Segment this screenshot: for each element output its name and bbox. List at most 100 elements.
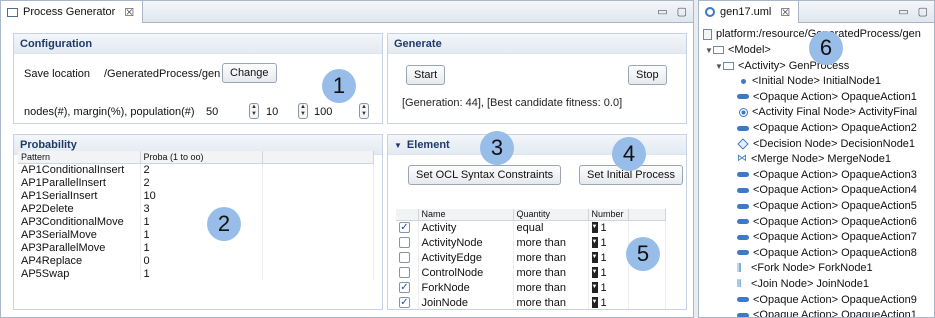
stop-button[interactable]: Stop bbox=[628, 65, 667, 85]
minimize-icon[interactable]: ▭ bbox=[898, 5, 908, 18]
element-checkbox[interactable]: ✓ bbox=[399, 222, 410, 234]
proba-cell[interactable]: 1 bbox=[140, 215, 263, 228]
tree-item[interactable]: <Opaque Action> OpaqueAction6 bbox=[703, 215, 917, 231]
table-row[interactable]: ✓ JoinNode more than ▼ 1 bbox=[396, 295, 666, 309]
number-column-header[interactable]: Number bbox=[588, 209, 629, 221]
proba-cell[interactable]: 1 bbox=[140, 241, 263, 254]
tree-item[interactable]: <Opaque Action> OpaqueAction3 bbox=[703, 168, 917, 184]
table-row[interactable]: ✓ Activity equal ▼ 1 bbox=[396, 220, 666, 235]
proba-cell[interactable]: 1 bbox=[140, 228, 263, 241]
dropdown-arrow-icon[interactable]: ▼ bbox=[591, 297, 598, 309]
uml-file-icon bbox=[705, 7, 715, 17]
element-checkbox[interactable]: ✓ bbox=[399, 282, 410, 294]
maximize-icon[interactable]: ▢ bbox=[677, 5, 687, 18]
tree-item[interactable]: <Opaque Action> OpaqueAction7 bbox=[703, 230, 917, 246]
tree-item[interactable]: ⫴ <Join Node> JoinNode1 bbox=[703, 277, 917, 293]
table-row[interactable]: AP3ParallelMove 1 bbox=[18, 241, 374, 254]
proba-column-header[interactable]: Proba (1 to oo) bbox=[140, 151, 263, 164]
element-quantity-cell[interactable]: more than bbox=[513, 235, 589, 250]
element-quantity-cell[interactable]: more than bbox=[513, 295, 589, 309]
tree-item[interactable]: <Opaque Action> OpaqueAction5 bbox=[703, 199, 917, 215]
dropdown-arrow-icon[interactable]: ▼ bbox=[591, 237, 598, 249]
start-button[interactable]: Start bbox=[406, 65, 446, 85]
element-number-value: 1 bbox=[600, 236, 607, 249]
element-number-cell[interactable]: ▼ 1 bbox=[588, 295, 629, 309]
element-number-cell[interactable]: ▼ 1 bbox=[588, 250, 629, 265]
tree-item[interactable]: <Opaque Action> OpaqueAction1 bbox=[703, 90, 917, 106]
nodes-value[interactable]: 50 bbox=[206, 106, 218, 118]
name-column-header[interactable]: Name bbox=[418, 209, 514, 221]
quantity-column-header[interactable]: Quantity bbox=[513, 209, 589, 221]
table-row[interactable]: ActivityNode more than ▼ 1 bbox=[396, 235, 666, 250]
dropdown-arrow-icon[interactable]: ▼ bbox=[591, 267, 598, 279]
table-row[interactable]: AP1SerialInsert 10 bbox=[18, 189, 374, 202]
proba-cell[interactable]: 2 bbox=[140, 176, 263, 189]
population-value[interactable]: 100 bbox=[314, 106, 332, 118]
tree-item[interactable]: <Opaque Action> OpaqueAction1 bbox=[703, 308, 917, 317]
dropdown-arrow-icon[interactable]: ▼ bbox=[591, 222, 598, 234]
tab-gen17-uml[interactable]: gen17.uml ☒ bbox=[699, 1, 800, 23]
element-checkbox[interactable] bbox=[399, 237, 410, 249]
table-row[interactable]: AP5Swap 1 bbox=[18, 267, 374, 280]
proba-cell[interactable]: 3 bbox=[140, 202, 263, 215]
table-row[interactable]: ✓ ForkNode more than ▼ 1 bbox=[396, 280, 666, 295]
table-row[interactable]: AP1ConditionalInsert 2 bbox=[18, 163, 374, 176]
join-node-icon: ⫴ bbox=[737, 278, 742, 290]
empty-cell bbox=[628, 220, 666, 235]
table-row[interactable]: AP3ConditionalMove 1 bbox=[18, 215, 374, 228]
element-number-cell[interactable]: ▼ 1 bbox=[588, 265, 629, 280]
dropdown-arrow-icon[interactable]: ▼ bbox=[591, 282, 598, 294]
element-checkbox[interactable]: ✓ bbox=[399, 297, 410, 309]
element-quantity-cell[interactable]: more than bbox=[513, 250, 589, 265]
tree-item[interactable]: <Opaque Action> OpaqueAction4 bbox=[703, 183, 917, 199]
element-number-value: 1 bbox=[600, 266, 607, 279]
population-stepper-icon[interactable]: ▲ ▼ bbox=[359, 103, 369, 119]
element-checkbox[interactable] bbox=[399, 267, 410, 279]
expand-twisty-icon[interactable]: ▼ bbox=[705, 43, 713, 59]
change-button[interactable]: Change bbox=[222, 63, 277, 83]
final-node-icon bbox=[739, 107, 748, 117]
proba-cell[interactable]: 1 bbox=[140, 267, 263, 280]
element-checkbox[interactable] bbox=[399, 252, 410, 264]
tab-process-generator[interactable]: Process Generator ☒ bbox=[1, 1, 144, 23]
proba-cell[interactable]: 0 bbox=[140, 254, 263, 267]
tree-item[interactable]: ⋈ <Merge Node> MergeNode1 bbox=[703, 152, 917, 168]
tree-item[interactable]: <Decision Node> DecisionNode1 bbox=[703, 137, 917, 153]
tree-item[interactable]: <Initial Node> InitialNode1 bbox=[703, 74, 917, 90]
dropdown-arrow-icon[interactable]: ▼ bbox=[591, 252, 598, 264]
margin-stepper-icon[interactable]: ▲ ▼ bbox=[298, 103, 308, 119]
tree-item[interactable]: <Opaque Action> OpaqueAction2 bbox=[703, 121, 917, 137]
tree-item[interactable]: ⫼ <Fork Node> ForkNode1 bbox=[703, 261, 917, 277]
table-row[interactable]: ControlNode more than ▼ 1 bbox=[396, 265, 666, 280]
margin-value[interactable]: 10 bbox=[266, 106, 278, 118]
element-number-value: 1 bbox=[600, 221, 607, 234]
element-number-cell[interactable]: ▼ 1 bbox=[588, 235, 629, 250]
tree-item[interactable]: <Opaque Action> OpaqueAction8 bbox=[703, 246, 917, 262]
table-row[interactable]: AP1ParallelInsert 2 bbox=[18, 176, 374, 189]
maximize-icon[interactable]: ▢ bbox=[918, 5, 928, 18]
pattern-column-header[interactable]: Pattern bbox=[18, 151, 141, 164]
minimize-icon[interactable]: ▭ bbox=[657, 5, 667, 18]
table-row[interactable]: AP3SerialMove 1 bbox=[18, 228, 374, 241]
element-quantity-cell[interactable]: equal bbox=[513, 220, 589, 235]
view-tab-title: gen17.uml bbox=[720, 6, 772, 18]
expand-twisty-icon[interactable]: ▼ bbox=[715, 59, 723, 75]
element-number-cell[interactable]: ▼ 1 bbox=[588, 220, 629, 235]
proba-cell[interactable]: 10 bbox=[140, 189, 263, 202]
element-number-cell[interactable]: ▼ 1 bbox=[588, 280, 629, 295]
element-quantity-cell[interactable]: more than bbox=[513, 280, 589, 295]
tree-item[interactable]: <Activity Final Node> ActivityFinal bbox=[703, 105, 917, 121]
table-row[interactable]: AP2Delete 3 bbox=[18, 202, 374, 215]
nodes-stepper-icon[interactable]: ▲ ▼ bbox=[249, 103, 259, 119]
table-row[interactable]: AP4Replace 0 bbox=[18, 254, 374, 267]
tree-item[interactable]: <Opaque Action> OpaqueAction9 bbox=[703, 293, 917, 309]
element-name-cell: ActivityNode bbox=[418, 235, 514, 250]
proba-cell[interactable]: 2 bbox=[140, 163, 263, 176]
element-quantity-cell[interactable]: more than bbox=[513, 265, 589, 280]
close-icon[interactable]: ☒ bbox=[780, 6, 790, 19]
set-ocl-syntax-constraints-button[interactable]: Set OCL Syntax Constraints bbox=[408, 165, 562, 185]
close-icon[interactable]: ☒ bbox=[124, 6, 134, 19]
empty-cell bbox=[262, 267, 374, 280]
tree-item[interactable]: ▼ <Activity> GenProcess bbox=[703, 59, 917, 75]
expand-twisty-icon[interactable]: ▼ bbox=[394, 141, 402, 150]
